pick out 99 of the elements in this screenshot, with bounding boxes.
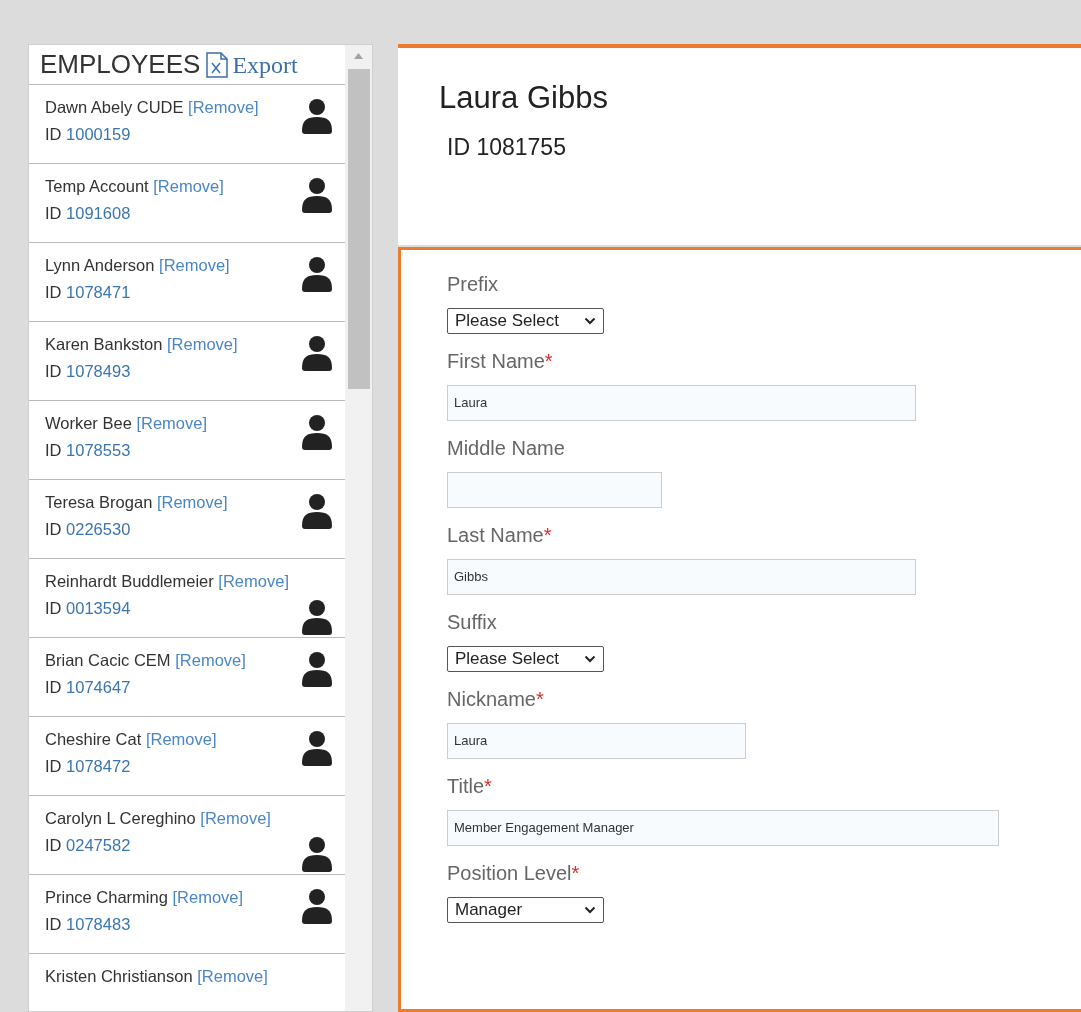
id-label: ID xyxy=(45,362,62,380)
remove-link[interactable]: [Remove] xyxy=(175,651,246,669)
employee-name: Prince Charming xyxy=(45,888,168,906)
employee-name: Cheshire Cat xyxy=(45,730,142,748)
remove-link[interactable]: [Remove] xyxy=(188,98,259,116)
employee-id-link[interactable]: 1078472 xyxy=(66,757,131,775)
employee-row[interactable]: Prince Charming [Remove] ID 1078483 xyxy=(29,875,345,954)
employee-name: Karen Bankston xyxy=(45,335,163,353)
required-mark: * xyxy=(544,349,553,373)
remove-link[interactable]: [Remove] xyxy=(167,335,238,353)
employee-row[interactable]: Worker Bee [Remove] ID 1078553 xyxy=(29,401,345,480)
employee-name: Reinhardt Buddlemeier xyxy=(45,572,214,590)
panel-title: EMPLOYEES xyxy=(40,48,201,81)
employee-name: Dawn Abely CUDE xyxy=(45,98,184,116)
person-icon xyxy=(301,493,333,529)
employee-id-link[interactable]: 0226530 xyxy=(66,520,131,538)
person-icon xyxy=(301,888,333,924)
spreadsheet-file-icon xyxy=(206,51,229,78)
person-icon xyxy=(301,651,333,687)
employee-name: Lynn Anderson xyxy=(45,256,155,274)
employee-full-name: Laura Gibbs xyxy=(439,79,609,117)
remove-link[interactable]: [Remove] xyxy=(145,730,217,748)
employee-name: Worker Bee xyxy=(45,414,132,432)
employee-name: Teresa Brogan xyxy=(45,493,153,511)
required-mark: * xyxy=(535,687,544,711)
employee-row[interactable]: Reinhardt Buddlemeier [Remove] ID 0013594 xyxy=(29,559,345,638)
field-label: Prefix xyxy=(447,272,499,296)
field-label: Position Level xyxy=(447,861,572,885)
remove-link[interactable]: [Remove] xyxy=(172,888,244,906)
person-icon xyxy=(301,599,333,635)
person-icon xyxy=(301,177,333,213)
input-field[interactable] xyxy=(447,472,662,508)
id-label: ID xyxy=(45,520,62,538)
chevron-down-icon xyxy=(584,317,596,325)
field-label: Middle Name xyxy=(447,436,565,460)
field-label: Nickname xyxy=(447,687,536,711)
id-label: ID xyxy=(45,441,62,459)
employee-id-link[interactable]: 0247582 xyxy=(66,836,131,854)
employee-name: Temp Account xyxy=(45,177,149,195)
required-mark: * xyxy=(571,861,580,885)
field-label: Suffix xyxy=(447,610,497,634)
id-label: ID xyxy=(45,204,62,222)
employee-row[interactable]: Carolyn L Cereghino [Remove] ID 0247582 xyxy=(29,796,345,875)
input-field[interactable]: Laura xyxy=(447,723,746,759)
remove-link[interactable]: [Remove] xyxy=(156,493,228,511)
id-label: ID xyxy=(45,125,62,143)
input-field[interactable]: Laura xyxy=(447,385,916,421)
input-field[interactable]: Gibbs xyxy=(447,559,916,595)
field-label: Last Name xyxy=(447,523,544,547)
remove-link[interactable]: [Remove] xyxy=(197,967,268,985)
employee-name: Brian Cacic CEM xyxy=(45,651,171,669)
employee-row[interactable]: Teresa Brogan [Remove] ID 0226530 xyxy=(29,480,345,559)
remove-link[interactable]: [Remove] xyxy=(159,256,230,274)
person-icon xyxy=(301,256,333,292)
employee-id-link[interactable]: 1078483 xyxy=(66,915,131,933)
employee-row[interactable]: Karen Bankston [Remove] ID 1078493 xyxy=(29,322,345,401)
id-label: ID xyxy=(45,915,62,933)
dropdown[interactable]: Manager xyxy=(447,897,604,923)
export-link[interactable]: Export xyxy=(206,46,298,83)
employee-row[interactable]: Temp Account [Remove] ID 1091608 xyxy=(29,164,345,243)
id-label: ID xyxy=(45,757,62,775)
input-field[interactable]: Member Engagement Manager xyxy=(447,810,999,846)
id-label: ID xyxy=(45,836,62,854)
employee-id-link[interactable]: 1074647 xyxy=(66,678,131,696)
employee-row[interactable]: Brian Cacic CEM [Remove] ID 1074647 xyxy=(29,638,345,717)
dropdown[interactable]: Please Select xyxy=(447,308,604,334)
required-mark: * xyxy=(543,523,552,547)
employee-row[interactable]: Dawn Abely CUDE [Remove] ID 1000159 xyxy=(29,85,345,164)
dropdown[interactable]: Please Select xyxy=(447,646,604,672)
required-mark: * xyxy=(484,774,492,798)
person-icon xyxy=(301,335,333,371)
person-icon xyxy=(301,98,333,134)
person-icon xyxy=(301,414,333,450)
remove-link[interactable]: [Remove] xyxy=(153,177,224,195)
employee-id-link[interactable]: 1000159 xyxy=(66,125,131,143)
employee-id-link[interactable]: 1078471 xyxy=(66,283,131,301)
person-icon xyxy=(301,730,333,766)
id-label: ID xyxy=(45,283,62,301)
employee-id-link[interactable]: 1078553 xyxy=(66,441,131,459)
chevron-down-icon xyxy=(584,906,596,914)
employee-id: ID 1081755 xyxy=(447,133,567,162)
employee-name: Carolyn L Cereghino xyxy=(45,809,196,827)
employee-row[interactable]: Cheshire Cat [Remove] ID 1078472 xyxy=(29,717,345,796)
employee-id-link[interactable]: 0013594 xyxy=(66,599,131,617)
scroll-up-icon xyxy=(354,53,363,59)
employee-id-link[interactable]: 1078493 xyxy=(66,362,131,380)
remove-link[interactable]: [Remove] xyxy=(136,414,207,432)
chevron-down-icon xyxy=(584,655,596,663)
employee-row[interactable]: Lynn Anderson [Remove] ID 1078471 xyxy=(29,243,345,322)
remove-link[interactable]: [Remove] xyxy=(200,809,271,827)
field-label: First Name xyxy=(447,349,545,373)
employee-id-link[interactable]: 1091608 xyxy=(66,204,131,222)
person-icon xyxy=(301,836,333,872)
remove-link[interactable]: [Remove] xyxy=(218,572,289,590)
id-label: ID xyxy=(45,599,62,617)
field-label: Title xyxy=(447,774,485,798)
employee-name: Kristen Christianson xyxy=(45,967,193,985)
scrollbar[interactable] xyxy=(345,45,372,1011)
id-label: ID xyxy=(45,678,62,696)
